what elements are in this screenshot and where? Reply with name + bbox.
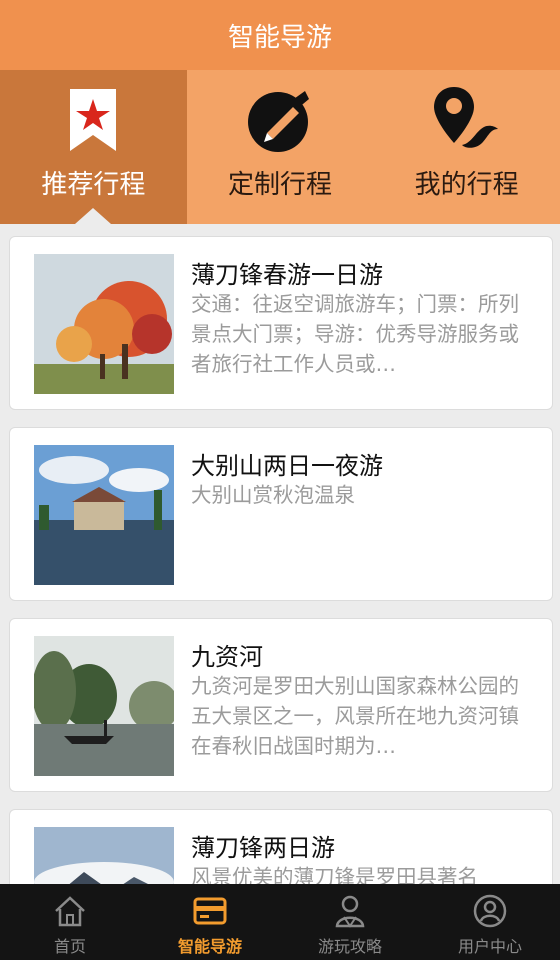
- trip-thumbnail: [34, 445, 174, 585]
- trip-card[interactable]: 薄刀锋两日游 风景优美的薄刀锋是罗田县著名: [9, 809, 553, 884]
- trip-card[interactable]: 大别山两日一夜游 大别山赏秋泡温泉: [9, 427, 553, 601]
- user-circle-icon: [471, 892, 509, 930]
- tab-recommended[interactable]: 推荐行程: [0, 70, 187, 224]
- bottom-navigation: 首页 智能导游 游玩攻略 用户中心: [0, 884, 560, 960]
- tab-label: 推荐行程: [41, 170, 146, 200]
- trip-tabs: 推荐行程 定制行程 我的行程: [0, 70, 560, 224]
- pencil-circle-icon: [244, 84, 316, 156]
- nav-label: 首页: [53, 937, 86, 956]
- tab-label: 我的行程: [414, 170, 519, 200]
- location-pin-icon: [431, 84, 503, 156]
- bookmark-star-icon: [57, 84, 129, 156]
- trip-thumbnail: [34, 254, 174, 394]
- trip-card[interactable]: 薄刀锋春游一日游 交通：往返空调旅游车；门票：所列景点大门票；导游：优秀导游服务…: [9, 236, 553, 410]
- trip-thumbnail: [34, 636, 174, 776]
- nav-smart-guide[interactable]: 智能导游: [140, 884, 280, 960]
- nav-home[interactable]: 首页: [0, 884, 140, 960]
- page-title: 智能导游: [227, 22, 332, 53]
- home-icon: [51, 892, 89, 930]
- trip-description: 九资河是罗田大别山国家森林公园的五大景区之一，风景所在地九资河镇在春秋旧战国时期…: [191, 674, 519, 758]
- trip-title: 薄刀锋两日游: [191, 834, 335, 862]
- trip-description: 大别山赏秋泡温泉: [191, 483, 355, 507]
- card-icon: [191, 892, 229, 930]
- trip-title: 九资河: [191, 643, 263, 671]
- trip-description: 交通：往返空调旅游车；门票：所列景点大门票；导游：优秀导游服务或者旅行社工作人员…: [191, 292, 519, 376]
- trip-description: 风景优美的薄刀锋是罗田县著名: [191, 865, 478, 884]
- nav-strategy[interactable]: 游玩攻略: [280, 884, 420, 960]
- tab-custom[interactable]: 定制行程: [187, 70, 374, 224]
- nav-label: 用户中心: [457, 937, 522, 956]
- nav-label: 游玩攻略: [317, 937, 382, 956]
- app-header: 智能导游: [0, 0, 560, 70]
- people-icon: [331, 892, 369, 930]
- trip-card[interactable]: 九资河 九资河是罗田大别山国家森林公园的五大景区之一，风景所在地九资河镇在春秋旧…: [9, 618, 553, 792]
- tab-label: 定制行程: [227, 170, 332, 200]
- trip-title: 大别山两日一夜游: [191, 452, 383, 480]
- trip-thumbnail: [34, 827, 174, 884]
- trip-list[interactable]: 薄刀锋春游一日游 交通：往返空调旅游车；门票：所列景点大门票；导游：优秀导游服务…: [0, 224, 560, 884]
- nav-label: 智能导游: [177, 937, 242, 956]
- tab-my-trips[interactable]: 我的行程: [373, 70, 560, 224]
- nav-user-center[interactable]: 用户中心: [420, 884, 560, 960]
- trip-title: 薄刀锋春游一日游: [191, 261, 383, 289]
